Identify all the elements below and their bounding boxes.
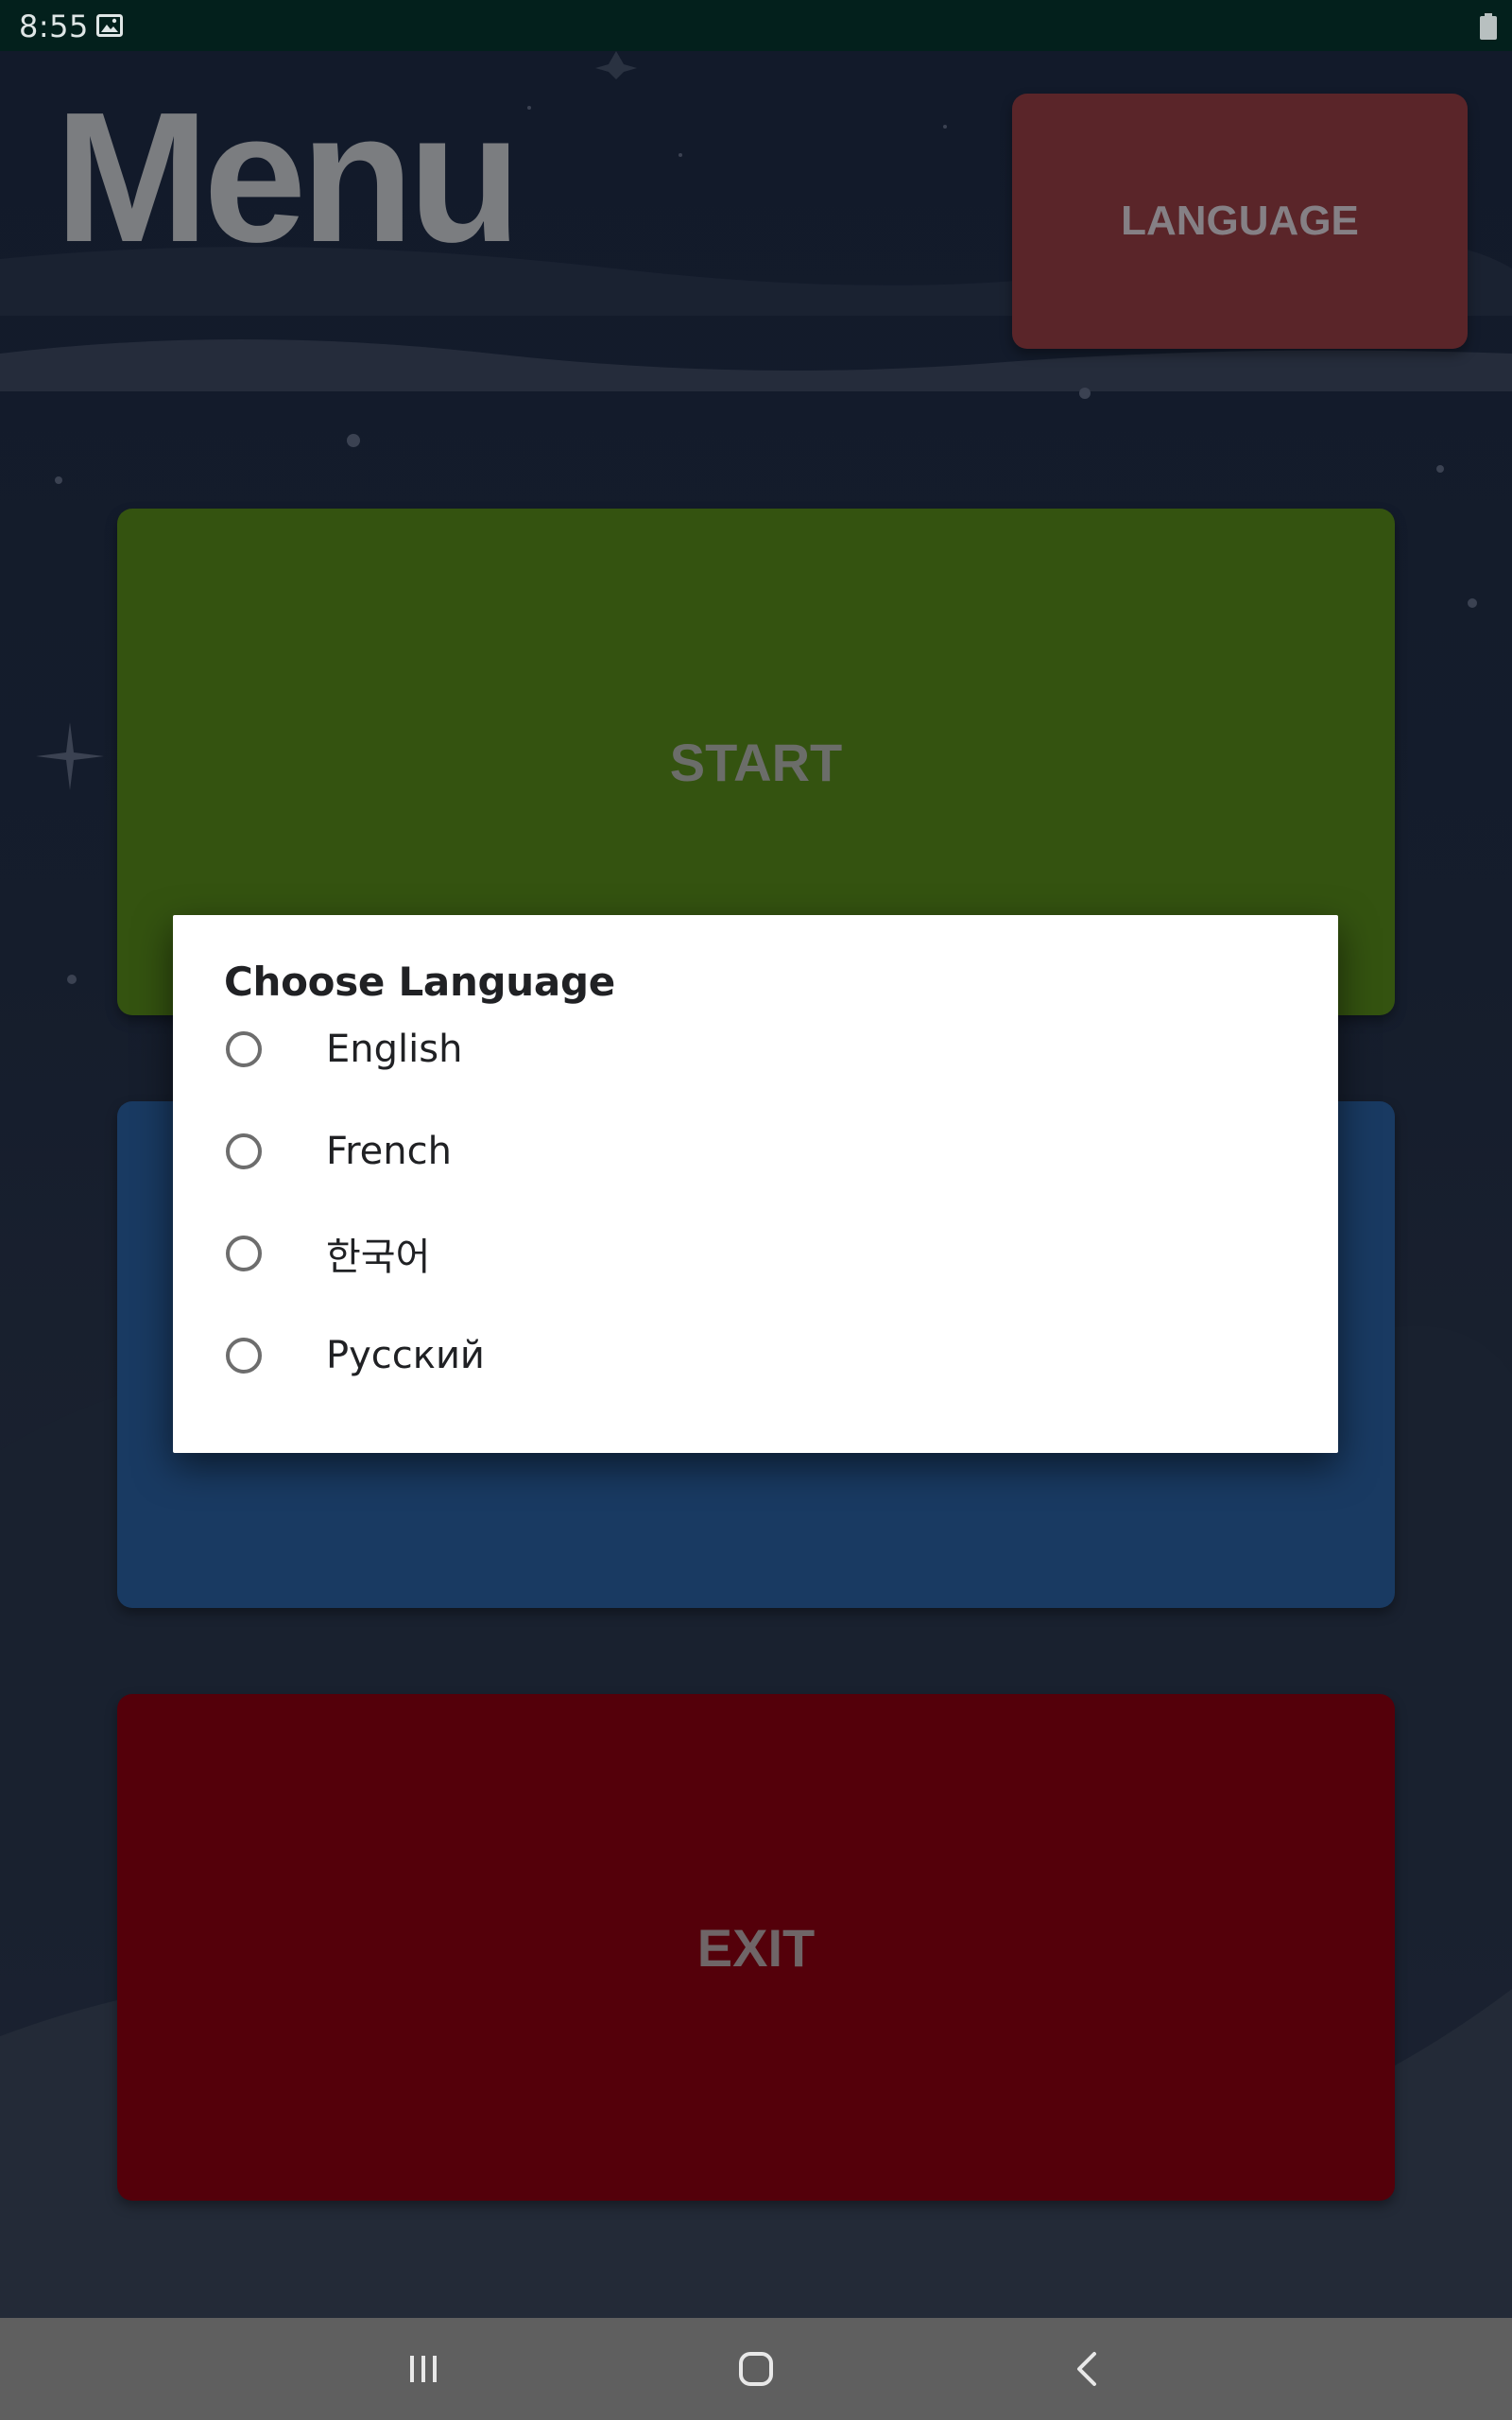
option-label: Русский (326, 1334, 485, 1377)
battery-icon (1480, 13, 1497, 40)
language-option-french[interactable]: French (173, 1100, 1338, 1202)
language-button[interactable]: LANGUAGE (1012, 94, 1468, 349)
option-label: French (326, 1130, 452, 1173)
option-label: English (326, 1028, 463, 1071)
home-icon[interactable] (733, 2346, 779, 2392)
radio-button[interactable] (226, 1338, 262, 1374)
image-icon (96, 14, 123, 37)
navigation-bar (0, 2318, 1512, 2420)
back-icon[interactable] (1066, 2346, 1111, 2392)
exit-button[interactable]: EXIT (117, 1694, 1395, 2201)
language-option-english[interactable]: English (173, 998, 1338, 1100)
page-title: Menu (55, 74, 522, 281)
language-option-korean[interactable]: 한국어 (173, 1202, 1338, 1305)
status-bar: 8:55 (0, 0, 1512, 51)
recent-apps-icon[interactable] (401, 2346, 446, 2392)
status-time: 8:55 (19, 9, 89, 44)
radio-button[interactable] (226, 1133, 262, 1169)
radio-button[interactable] (226, 1236, 262, 1271)
choose-language-dialog: Choose Language English French 한국어 Русск… (173, 915, 1338, 1453)
language-option-russian[interactable]: Русский (173, 1305, 1338, 1407)
option-label: 한국어 (326, 1236, 431, 1279)
radio-button[interactable] (226, 1031, 262, 1067)
